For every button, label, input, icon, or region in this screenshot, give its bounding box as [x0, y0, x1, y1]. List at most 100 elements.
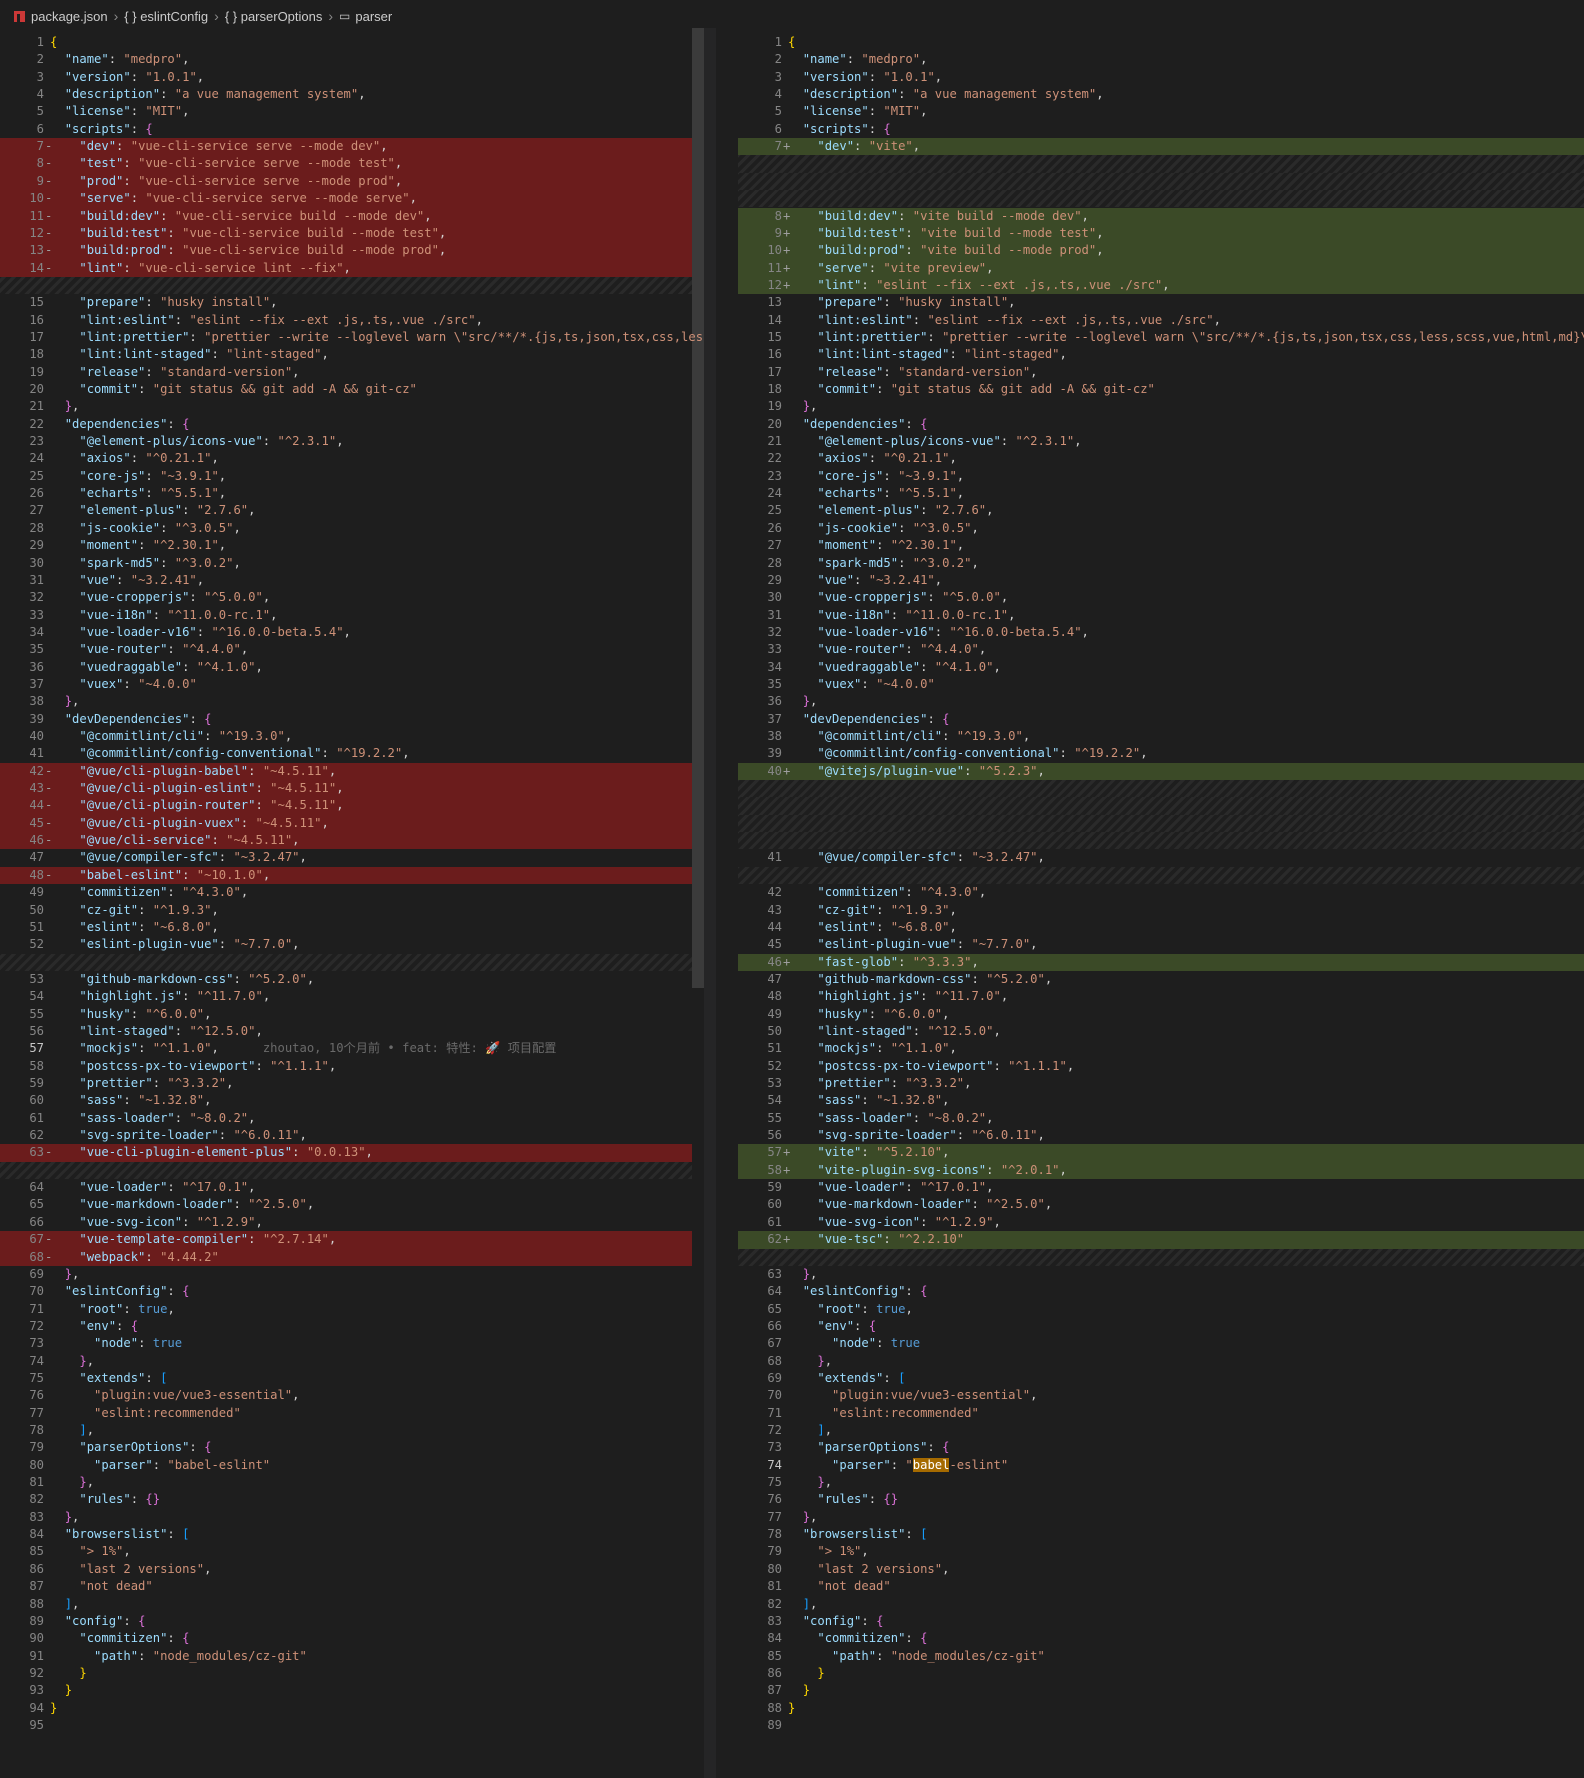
code-line[interactable]: 55 "husky": "^6.0.0",	[0, 1006, 692, 1023]
code-line[interactable]: 45 "eslint-plugin-vue": "~7.7.0",	[738, 936, 1584, 953]
deleted-line[interactable]: 12- "build:test": "vue-cli-service build…	[0, 224, 692, 243]
code-line[interactable]: 89 "config": {	[0, 1613, 692, 1630]
code-line[interactable]: 80 "last 2 versions",	[738, 1561, 1584, 1578]
deleted-line[interactable]: 13- "build:prod": "vue-cli-service build…	[0, 242, 692, 260]
code-line[interactable]: 31 "vue": "~3.2.41",	[0, 572, 692, 589]
code-line[interactable]: 82 ],	[738, 1596, 1584, 1613]
code-line[interactable]: 14 "lint:eslint": "eslint --fix --ext .j…	[738, 312, 1584, 329]
code-line[interactable]: 52 "eslint-plugin-vue": "~7.7.0",	[0, 936, 692, 953]
code-line[interactable]: 86 "last 2 versions",	[0, 1561, 692, 1578]
code-line[interactable]: 64 "eslintConfig": {	[738, 1283, 1584, 1300]
code-line[interactable]: 4 "description": "a vue management syste…	[0, 86, 692, 103]
code-line[interactable]: 50 "lint-staged": "^12.5.0",	[738, 1023, 1584, 1040]
inserted-line[interactable]: 40 + "@vitejs/plugin-vue": "^5.2.3",	[738, 762, 1584, 781]
code-line[interactable]: 56 "svg-sprite-loader": "^6.0.11",	[738, 1127, 1584, 1144]
code-line[interactable]: 2 "name": "medpro",	[738, 51, 1584, 68]
code-line[interactable]: 19 "release": "standard-version",	[0, 364, 692, 381]
code-line[interactable]: 51 "mockjs": "^1.1.0",	[738, 1040, 1584, 1057]
code-line[interactable]: 82 "rules": {}	[0, 1491, 692, 1508]
code-line[interactable]: 59 "prettier": "^3.3.2",	[0, 1075, 692, 1092]
code-line[interactable]: 74 "parser": "babel-eslint"	[738, 1457, 1584, 1474]
code-line[interactable]: 89	[738, 1717, 1584, 1734]
inserted-line[interactable]: 9 + "build:test": "vite build --mode test…	[738, 224, 1584, 243]
code-line[interactable]: 21 },	[0, 398, 692, 415]
code-line[interactable]: 24 "axios": "^0.21.1",	[0, 450, 692, 467]
code-line[interactable]: 35 "vuex": "~4.0.0"	[738, 676, 1584, 693]
code-line[interactable]: 84 "commitizen": {	[738, 1630, 1584, 1647]
code-line[interactable]: 93 }	[0, 1682, 692, 1699]
code-line[interactable]: 90 "commitizen": {	[0, 1630, 692, 1647]
code-line[interactable]: 23 "core-js": "~3.9.1",	[738, 468, 1584, 485]
code-line[interactable]: 28 "spark-md5": "^3.0.2",	[738, 555, 1584, 572]
code-line[interactable]: 36 "vuedraggable": "^4.1.0",	[0, 659, 692, 676]
inserted-line[interactable]: 57 + "vite": "^5.2.10",	[738, 1144, 1584, 1162]
code-line[interactable]: 78 ],	[0, 1422, 692, 1439]
code-line[interactable]: 15 "lint:prettier": "prettier --write --…	[738, 329, 1584, 346]
code-line[interactable]: 44 "eslint": "~6.8.0",	[738, 919, 1584, 936]
code-line[interactable]: 60 "vue-markdown-loader": "^2.5.0",	[738, 1196, 1584, 1213]
code-line[interactable]: 51 "eslint": "~6.8.0",	[0, 919, 692, 936]
code-line[interactable]: 6 "scripts": {	[738, 121, 1584, 138]
code-line[interactable]: 87 }	[738, 1682, 1584, 1699]
code-line[interactable]: 68 },	[738, 1353, 1584, 1370]
code-line[interactable]: 54 "sass": "~1.32.8",	[738, 1092, 1584, 1109]
deleted-line[interactable]: 10- "serve": "vue-cli-service serve --mo…	[0, 190, 692, 208]
code-line[interactable]: 73 "node": true	[0, 1335, 692, 1352]
code-line[interactable]: 17 "release": "standard-version",	[738, 364, 1584, 381]
code-line[interactable]: 70 "plugin:vue/vue3-essential",	[738, 1387, 1584, 1404]
code-line[interactable]: 85 "path": "node_modules/cz-git"	[738, 1648, 1584, 1665]
code-line[interactable]: 71 "root": true,	[0, 1301, 692, 1318]
code-line[interactable]: 53 "prettier": "^3.3.2",	[738, 1075, 1584, 1092]
code-line[interactable]: 25 "core-js": "~3.9.1",	[0, 468, 692, 485]
code-line[interactable]: 79 "> 1%",	[738, 1543, 1584, 1560]
code-line[interactable]: 33 "vue-router": "^4.4.0",	[738, 641, 1584, 658]
code-line[interactable]: 47 "github-markdown-css": "^5.2.0",	[738, 971, 1584, 988]
code-line[interactable]: 13 "prepare": "husky install",	[738, 294, 1584, 311]
code-line[interactable]: 94}	[0, 1700, 692, 1717]
code-line[interactable]: 76 "rules": {}	[738, 1491, 1584, 1508]
code-line[interactable]: 41 "@vue/compiler-sfc": "~3.2.47",	[738, 849, 1584, 866]
code-line[interactable]: 70 "eslintConfig": {	[0, 1283, 692, 1300]
inserted-line[interactable]: 7 + "dev": "vite",	[738, 138, 1584, 156]
code-line[interactable]: 1{	[738, 34, 1584, 51]
deleted-line[interactable]: 45- "@vue/cli-plugin-vuex": "~4.5.11",	[0, 814, 692, 833]
code-line[interactable]: 30 "vue-cropperjs": "^5.0.0",	[738, 589, 1584, 606]
code-line[interactable]: 81 "not dead"	[738, 1578, 1584, 1595]
code-line[interactable]: 3 "version": "1.0.1",	[738, 69, 1584, 86]
code-line[interactable]: 21 "@element-plus/icons-vue": "^2.3.1",	[738, 433, 1584, 450]
code-line[interactable]: 76 "plugin:vue/vue3-essential",	[0, 1387, 692, 1404]
code-line[interactable]: 83 },	[0, 1509, 692, 1526]
code-line[interactable]: 18 "commit": "git status && git add -A &…	[738, 381, 1584, 398]
code-line[interactable]: 92 }	[0, 1665, 692, 1682]
code-line[interactable]: 39 "devDependencies": {	[0, 711, 692, 728]
code-line[interactable]: 74 },	[0, 1353, 692, 1370]
code-line[interactable]: 84 "browserslist": [	[0, 1526, 692, 1543]
deleted-line[interactable]: 9- "prod": "vue-cli-service serve --mode…	[0, 172, 692, 191]
deleted-line[interactable]: 7- "dev": "vue-cli-service serve --mode …	[0, 138, 692, 156]
deleted-line[interactable]: 63- "vue-cli-plugin-element-plus": "0.0.…	[0, 1144, 692, 1162]
code-line[interactable]: 6 "scripts": {	[0, 121, 692, 138]
code-line[interactable]: 64 "vue-loader": "^17.0.1",	[0, 1179, 692, 1196]
code-line[interactable]: 53 "github-markdown-css": "^5.2.0",	[0, 971, 692, 988]
code-line[interactable]: 20 "dependencies": {	[738, 416, 1584, 433]
code-line[interactable]: 59 "vue-loader": "^17.0.1",	[738, 1179, 1584, 1196]
breadcrumb-parser[interactable]: parser	[355, 9, 392, 24]
breadcrumb-file[interactable]: package.json	[31, 9, 108, 24]
code-line[interactable]: 22 "dependencies": {	[0, 416, 692, 433]
breadcrumb-eslintconfig[interactable]: { } eslintConfig	[124, 9, 208, 24]
code-line[interactable]: 72 "env": {	[0, 1318, 692, 1335]
code-line[interactable]: 75 "extends": [	[0, 1370, 692, 1387]
code-line[interactable]: 85 "> 1%",	[0, 1543, 692, 1560]
code-line[interactable]: 49 "commitizen": "^4.3.0",	[0, 884, 692, 901]
code-line[interactable]: 16 "lint:lint-staged": "lint-staged",	[738, 346, 1584, 363]
code-line[interactable]: 37 "devDependencies": {	[738, 711, 1584, 728]
code-line[interactable]: 71 "eslint:recommended"	[738, 1405, 1584, 1422]
deleted-line[interactable]: 11- "build:dev": "vue-cli-service build …	[0, 207, 692, 225]
code-line[interactable]: 79 "parserOptions": {	[0, 1439, 692, 1456]
code-line[interactable]: 33 "vue-i18n": "^11.0.0-rc.1",	[0, 607, 692, 624]
code-line[interactable]: 31 "vue-i18n": "^11.0.0-rc.1",	[738, 607, 1584, 624]
code-line[interactable]: 34 "vuedraggable": "^4.1.0",	[738, 659, 1584, 676]
deleted-line[interactable]: 43- "@vue/cli-plugin-eslint": "~4.5.11",	[0, 780, 692, 798]
code-line[interactable]: 60 "sass": "~1.32.8",	[0, 1092, 692, 1109]
code-line[interactable]: 32 "vue-cropperjs": "^5.0.0",	[0, 589, 692, 606]
